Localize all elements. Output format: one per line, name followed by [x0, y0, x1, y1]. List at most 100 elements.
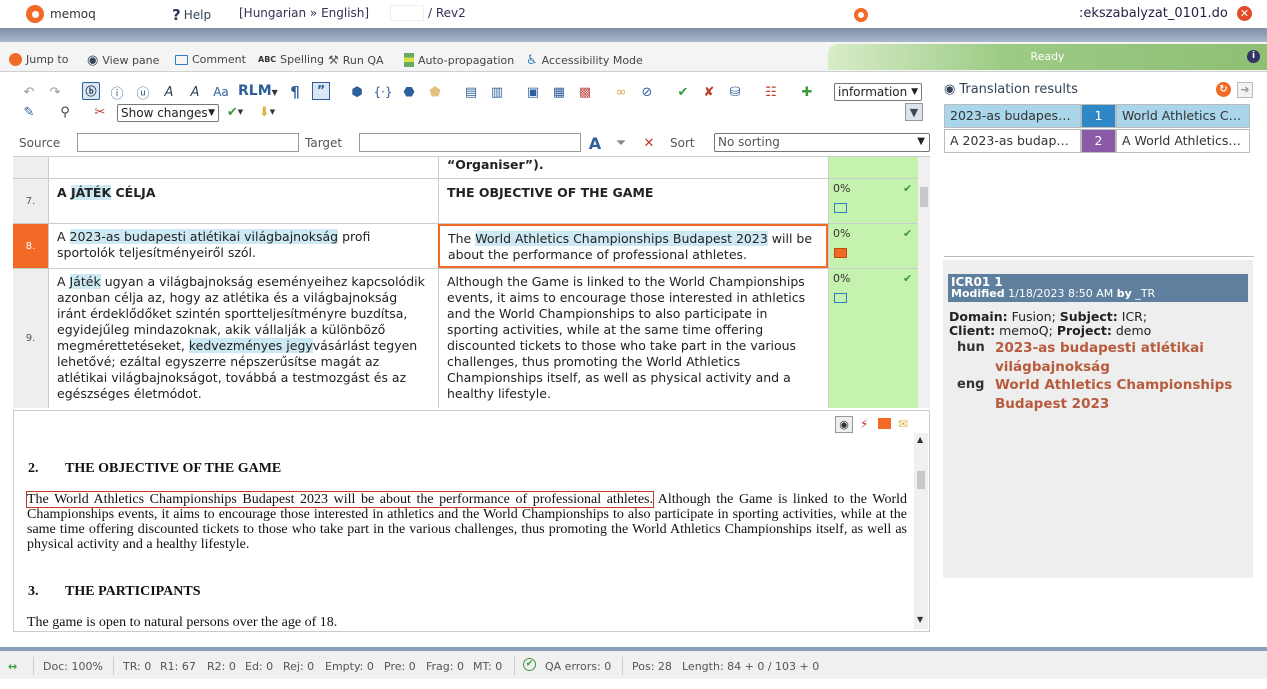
table-row[interactable]: 9. A Játék ugyan a világbajnokság esemén…: [13, 269, 930, 408]
table-row[interactable]: 7. A JÁTÉK CÉLJA THE OBJECTIVE OF THE GA…: [13, 179, 930, 224]
modified-user: _TR: [1135, 287, 1156, 300]
scroll-up-icon[interactable]: ▲: [917, 435, 923, 444]
target-cell[interactable]: Although the Game is linked to the World…: [438, 269, 828, 408]
auto-propagation-button[interactable]: Auto-propagation: [404, 53, 514, 67]
preview-eye-icon[interactable]: ◉: [835, 416, 853, 433]
scroll-down-icon[interactable]: ▼: [917, 615, 923, 624]
quote-icon[interactable]: ”: [312, 82, 330, 100]
run-qa-button[interactable]: ⚒ Run QA: [328, 53, 384, 67]
comment-button[interactable]: Comment: [175, 53, 246, 66]
change-case-icon[interactable]: Aa: [212, 83, 230, 101]
rlm-button[interactable]: RLM▼: [238, 83, 278, 99]
font-filter-icon[interactable]: A: [586, 134, 604, 153]
download-icon[interactable]: ⬇ ▼: [258, 103, 276, 121]
hun-term[interactable]: 2023-as budapesti atlétikai világbajnoks…: [995, 339, 1235, 377]
accessibility-mode-button[interactable]: ♿ Accessibility Mode: [526, 53, 643, 68]
grid-scrollbar[interactable]: [918, 157, 930, 408]
spelling-button[interactable]: ABC Spelling: [258, 53, 324, 66]
segment-icon[interactable]: ⬢: [348, 83, 366, 101]
source-cell[interactable]: A Játék ugyan a világbajnokság eseményei…: [48, 269, 438, 408]
tm-icon[interactable]: ▩: [576, 83, 594, 101]
help-link[interactable]: ? Help: [172, 6, 211, 24]
lookup-icon[interactable]: ▦: [550, 83, 568, 101]
source-cell[interactable]: A 2023-as budapesti atlétikai világbajno…: [48, 224, 438, 268]
target-text: Although the Game is linked to the World…: [447, 274, 806, 401]
copy-source-icon[interactable]: ⬣: [400, 83, 418, 101]
document-icon[interactable]: ▤: [462, 83, 480, 101]
current-segment-highlight[interactable]: The World Athletics Championships Budape…: [26, 491, 654, 508]
comment-icon[interactable]: [834, 203, 847, 213]
add-term-icon[interactable]: ✚: [798, 83, 816, 101]
source-filter-input[interactable]: [77, 133, 299, 152]
link-icon[interactable]: ∞: [612, 83, 630, 101]
close-icon[interactable]: ✕: [1237, 6, 1252, 21]
logo-text: memoq: [50, 7, 96, 21]
reject-icon[interactable]: ✘: [700, 83, 718, 101]
filter-icon[interactable]: ⏷: [612, 134, 630, 152]
target-cell-active[interactable]: The World Athletics Championships Budape…: [438, 224, 828, 268]
refresh-icon[interactable]: ↻: [1216, 82, 1231, 97]
memoq-logo[interactable]: memoq: [26, 5, 96, 23]
target-cell[interactable]: “Organiser”).: [438, 157, 828, 178]
term-highlight[interactable]: Játék: [69, 274, 101, 289]
magnifier-icon[interactable]: ⚲: [56, 103, 74, 121]
table-row-active[interactable]: 8. A 2023-as budapesti atlétikai világba…: [13, 224, 930, 269]
comment-active-icon[interactable]: [834, 248, 847, 258]
edit-doc-icon[interactable]: ▥: [488, 83, 506, 101]
undo-icon[interactable]: ↶: [20, 83, 38, 101]
font-increase-icon[interactable]: A: [160, 83, 178, 101]
result-row-1[interactable]: 2023-as budapesti ... 1 World Athletics …: [944, 104, 1250, 128]
term-highlight[interactable]: 2023-as budapesti atlétikai világbajnoks…: [69, 229, 339, 244]
source-cell[interactable]: [48, 157, 438, 178]
entry-detail-panel: ICR01 1 Modified 1/18/2023 8:50 AM by _T…: [943, 260, 1253, 578]
source-cell[interactable]: A JÁTÉK CÉLJA: [48, 179, 438, 223]
join-icon[interactable]: ⊘: [638, 83, 656, 101]
insert-tag-icon[interactable]: ⓘ: [108, 83, 126, 102]
result-row-2[interactable]: A 2023-as budapes... 2 A World Athletics…: [944, 129, 1250, 153]
heading-number: 2.: [28, 461, 39, 476]
preview-scrollbar[interactable]: ▲ ▼: [914, 433, 928, 629]
jump-to-button[interactable]: Jump to: [9, 53, 68, 66]
concordance-icon[interactable]: ▣: [524, 83, 542, 101]
brackets-icon[interactable]: {·}: [373, 83, 392, 101]
pen-icon[interactable]: ✎: [20, 103, 38, 121]
show-changes-select[interactable]: Show changes ▼: [117, 104, 219, 122]
target-cell[interactable]: THE OBJECTIVE OF THE GAME: [438, 179, 828, 223]
preview-scrollbar-thumb[interactable]: [917, 471, 925, 489]
filter-settings-icon[interactable]: ▼: [905, 103, 923, 121]
target-filter-input[interactable]: [359, 133, 581, 152]
result-source: 2023-as budapesti ...: [944, 104, 1081, 128]
clear-target-icon[interactable]: ⬟: [426, 83, 444, 101]
term-highlight[interactable]: JÁTÉK: [71, 185, 112, 200]
next-tag-icon[interactable]: ⓤ: [134, 83, 152, 102]
accept-changes-icon[interactable]: ✔ ▼: [226, 103, 244, 121]
language-pair[interactable]: [Hungarian » English]: [239, 6, 369, 20]
insert-result-icon[interactable]: ➜: [1237, 82, 1253, 98]
pilcrow-icon[interactable]: ¶: [286, 83, 304, 101]
preview-paragraph[interactable]: The World Athletics Championships Budape…: [26, 491, 907, 552]
confirm-icon[interactable]: ✔: [674, 83, 692, 101]
termbase-icon[interactable]: ☷: [762, 83, 780, 101]
preview-comment-icon[interactable]: [878, 418, 891, 429]
view-pane-button[interactable]: ◉ View pane: [87, 53, 159, 68]
result-target: World Athletics Cha...: [1116, 104, 1250, 128]
font-format-icon[interactable]: A: [186, 83, 204, 101]
comment-icon[interactable]: [834, 293, 847, 303]
view-mode-select[interactable]: information ▼: [834, 83, 922, 101]
term-highlight[interactable]: World Athletics Championships Budapest 2…: [475, 231, 768, 246]
lock-icon[interactable]: ⛁: [726, 83, 744, 101]
tag-mode-icon[interactable]: ⓑ: [82, 82, 100, 100]
table-row-partial[interactable]: “Organiser”).: [13, 157, 930, 179]
redo-icon[interactable]: ↷: [46, 83, 64, 101]
grid-scrollbar-thumb[interactable]: [920, 187, 928, 207]
term-highlight[interactable]: kedvezményes jegy: [188, 338, 313, 353]
tracked-changes-icon[interactable]: ✂: [91, 103, 109, 121]
sort-select[interactable]: No sorting ▼: [714, 133, 930, 152]
preview-lightning-icon[interactable]: ⚡: [860, 417, 868, 431]
info-icon[interactable]: i: [1247, 50, 1260, 63]
eng-term[interactable]: World Athletics Championships Budapest 2…: [995, 376, 1245, 414]
confirmed-icon: ✔: [903, 182, 913, 195]
document-tab[interactable]: :ekszabalyzat_0101.do ✕: [845, 0, 1267, 28]
preview-scroll-icon[interactable]: ✉: [898, 417, 908, 431]
clear-filter-icon[interactable]: ✕: [640, 134, 658, 152]
